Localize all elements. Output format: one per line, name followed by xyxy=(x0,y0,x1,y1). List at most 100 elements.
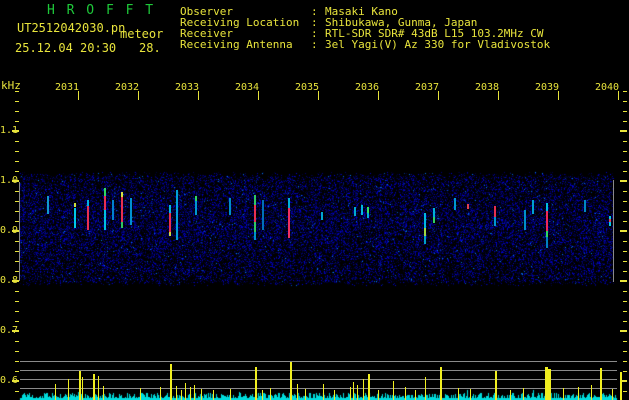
freq-major-tick xyxy=(620,230,627,232)
time-tick-label: 2032 xyxy=(115,82,140,93)
amplitude-spike xyxy=(305,389,306,400)
time-tick xyxy=(498,91,499,100)
echo-streak xyxy=(121,222,123,228)
freq-minor-tick xyxy=(15,171,19,172)
amplitude-spike xyxy=(350,387,351,400)
amplitude-spike xyxy=(190,387,191,400)
amplitude-spike xyxy=(79,371,81,400)
echo-streak xyxy=(354,207,356,216)
echo-streak xyxy=(433,217,435,223)
echo-streak xyxy=(546,237,548,248)
amplitude-spike xyxy=(523,388,524,400)
amplitude-spike xyxy=(213,390,214,400)
amplitude-spike xyxy=(201,389,202,400)
amplitude-spike xyxy=(563,388,564,400)
freq-minor-tick xyxy=(623,261,627,262)
freq-minor-tick xyxy=(623,221,627,222)
capture-datetime: 25.12.04 20:30 xyxy=(15,41,117,55)
freq-major-tick xyxy=(620,330,627,332)
freq-minor-tick xyxy=(623,101,627,102)
echo-streak xyxy=(288,208,290,238)
amplitude-spike xyxy=(176,386,177,400)
echo-streak xyxy=(47,196,49,214)
time-tick-label: 2039 xyxy=(535,82,560,93)
amplitude-spike xyxy=(357,385,358,400)
echo-streak xyxy=(104,196,106,210)
echo-streak xyxy=(87,206,89,230)
freq-minor-tick xyxy=(15,151,19,152)
time-tick-label: 2031 xyxy=(55,82,80,93)
info-colon-icon: : xyxy=(311,38,318,51)
freq-minor-tick xyxy=(15,301,19,302)
amplitude-spike xyxy=(591,385,592,400)
amplitude-spike xyxy=(323,384,324,400)
freq-major-tick xyxy=(12,230,19,232)
amplitude-spike xyxy=(68,379,69,400)
amplitude-spike xyxy=(600,368,602,400)
amplitude-spike xyxy=(262,390,263,400)
freq-minor-tick xyxy=(15,371,19,372)
amplitude-spike xyxy=(440,367,442,400)
time-tick xyxy=(258,91,259,100)
info-label: Receiving Antenna xyxy=(180,38,293,51)
freq-major-tick xyxy=(12,380,19,382)
time-tick-label: 2035 xyxy=(295,82,320,93)
amplitude-spike xyxy=(334,390,335,400)
echo-streak xyxy=(532,200,534,214)
freq-major-tick xyxy=(12,180,19,182)
amplitude-spike xyxy=(194,385,195,400)
echo-streak xyxy=(169,213,171,232)
amplitude-grid-line xyxy=(20,388,617,389)
echo-streak xyxy=(367,213,369,218)
amplitude-spike xyxy=(393,381,394,400)
echo-streak xyxy=(467,204,469,209)
amplitude-spike xyxy=(548,369,551,400)
echo-streak xyxy=(74,208,76,228)
spectrogram-border-line xyxy=(613,180,614,282)
amplitude-spike xyxy=(140,388,141,400)
freq-minor-tick xyxy=(15,351,19,352)
echo-streak xyxy=(195,201,197,215)
amplitude-spike xyxy=(297,384,298,400)
amplitude-spike xyxy=(368,374,370,400)
freq-minor-tick xyxy=(15,141,19,142)
time-tick xyxy=(78,91,79,100)
spectrogram-noise-canvas xyxy=(0,0,629,400)
time-tick xyxy=(438,91,439,100)
amplitude-spike xyxy=(55,384,56,400)
freq-minor-tick xyxy=(623,141,627,142)
freq-minor-tick xyxy=(623,171,627,172)
amplitude-spike xyxy=(415,390,416,400)
freq-minor-tick xyxy=(15,311,19,312)
echo-streak xyxy=(609,222,611,226)
freq-minor-tick xyxy=(623,191,627,192)
amplitude-spike xyxy=(495,371,497,400)
freq-minor-tick xyxy=(623,211,627,212)
freq-minor-tick xyxy=(623,351,627,352)
amplitude-spike xyxy=(620,372,622,400)
echo-streak xyxy=(494,206,496,217)
freq-major-tick xyxy=(620,280,627,282)
amplitude-spike xyxy=(353,382,354,400)
amplitude-spike xyxy=(510,390,511,400)
amplitude-spike xyxy=(181,390,182,400)
freq-minor-tick xyxy=(623,121,627,122)
freq-major-tick xyxy=(12,280,19,282)
freq-minor-tick xyxy=(15,161,19,162)
echo-streak xyxy=(254,195,256,205)
freq-minor-tick xyxy=(623,361,627,362)
freq-minor-tick xyxy=(15,121,19,122)
hrofft-screen: H R O F F T UT2512042030.pn meteor 25.12… xyxy=(0,0,629,400)
freq-minor-tick xyxy=(15,291,19,292)
freq-minor-tick xyxy=(623,91,627,92)
echo-streak xyxy=(262,200,264,230)
freq-minor-tick xyxy=(15,391,19,392)
echo-streak xyxy=(454,198,456,210)
amplitude-grid-line xyxy=(20,379,617,380)
echo-streak xyxy=(524,210,526,230)
echo-streak xyxy=(584,200,586,212)
time-tick xyxy=(138,91,139,100)
amplitude-spike xyxy=(103,386,104,400)
time-tick-label: 2040 xyxy=(595,82,620,93)
echo-streak xyxy=(74,203,76,207)
